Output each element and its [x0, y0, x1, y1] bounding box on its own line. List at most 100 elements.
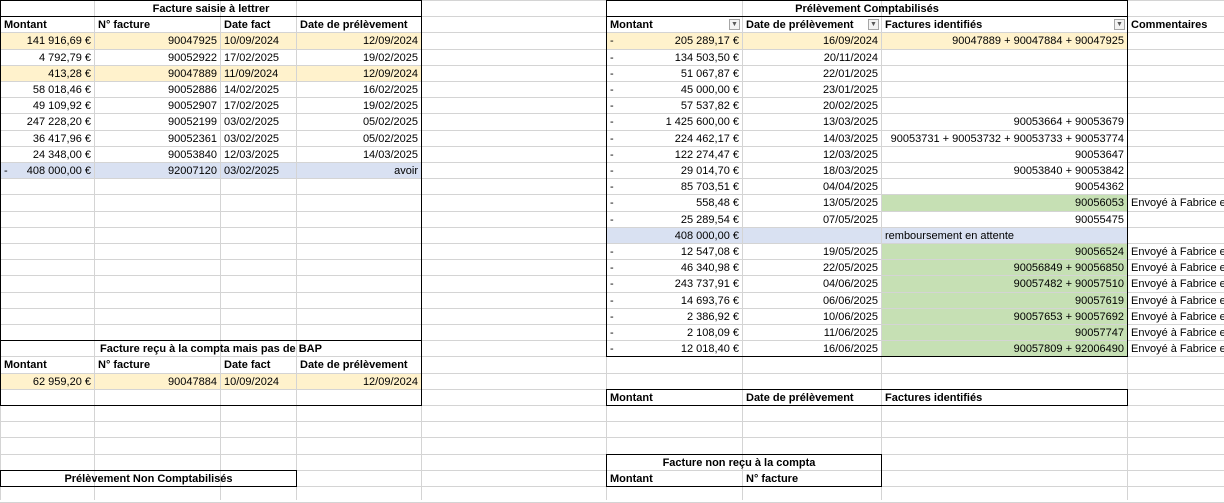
- right-cell-date[interactable]: 11/06/2025: [743, 325, 881, 340]
- right-cell-date[interactable]: 04/04/2025: [743, 179, 881, 194]
- right-cell-montant[interactable]: 57 537,82 €: [607, 98, 742, 113]
- left-cell-montant[interactable]: 24 348,00 €: [1, 147, 94, 162]
- right-cell-date[interactable]: 20/02/2025: [743, 98, 881, 113]
- left-cell-date-fact[interactable]: 12/03/2025: [221, 147, 296, 162]
- right-cell-factures[interactable]: remboursement en attente: [882, 228, 1127, 243]
- right-cell-factures[interactable]: [882, 98, 1127, 113]
- right-cell-factures[interactable]: 90054362: [882, 179, 1127, 194]
- right-cell-date[interactable]: 10/06/2025: [743, 309, 881, 324]
- sort-desc-icon[interactable]: ▼: [868, 19, 879, 30]
- right-cell-comment[interactable]: [1128, 179, 1224, 194]
- right-cell-factures[interactable]: 90056524: [882, 244, 1127, 259]
- left-cell-facture[interactable]: 92007120: [95, 163, 220, 178]
- left-cell-date-fact[interactable]: 14/02/2025: [221, 82, 296, 97]
- left-cell-montant[interactable]: 36 417,96 €: [1, 131, 94, 146]
- right-cell-factures[interactable]: [882, 50, 1127, 65]
- left-cell-montant[interactable]: 141 916,69 €: [1, 33, 94, 49]
- left-cell-date-prel[interactable]: 12/09/2024: [297, 66, 421, 81]
- left-header-cell[interactable]: N° facture: [95, 17, 220, 32]
- right-header-cell[interactable]: Commentaires: [1128, 17, 1224, 32]
- right-cell-montant[interactable]: 122 274,47 €: [607, 147, 742, 162]
- left-cell-date-fact[interactable]: 17/02/2025: [221, 98, 296, 113]
- right-cell-comment[interactable]: Envoyé à Fabrice e: [1128, 195, 1224, 211]
- right-cell-factures[interactable]: 90047889 + 90047884 + 90047925: [882, 33, 1127, 49]
- left-cell-date-prel[interactable]: 05/02/2025: [297, 114, 421, 130]
- right-cell-date[interactable]: 20/11/2024: [743, 50, 881, 65]
- bap-header-cell[interactable]: Date de prélèvement: [297, 357, 421, 373]
- left-cell-montant[interactable]: 247 228,20 €: [1, 114, 94, 130]
- left-cell-date-fact[interactable]: 10/09/2024: [221, 33, 296, 49]
- right-lower-header-cell[interactable]: Factures identifiés: [882, 390, 1127, 405]
- right-cell-date[interactable]: 13/03/2025: [743, 114, 881, 130]
- right-cell-comment[interactable]: [1128, 114, 1224, 130]
- right-cell-factures[interactable]: 90056053: [882, 195, 1127, 211]
- left-cell-montant[interactable]: 413,28 €: [1, 66, 94, 81]
- right-cell-factures[interactable]: 90056849 + 90056850: [882, 260, 1127, 275]
- right-cell-montant[interactable]: 1 425 600,00 €: [607, 114, 742, 130]
- right-cell-comment[interactable]: Envoyé à Fabrice e: [1128, 276, 1224, 292]
- left-cell-montant[interactable]: 408 000,00 €: [1, 163, 94, 178]
- left-header-cell[interactable]: Date fact: [221, 17, 296, 32]
- bap-cell-date-fact[interactable]: 10/09/2024: [221, 374, 296, 389]
- right-cell-montant[interactable]: 46 340,98 €: [607, 260, 742, 275]
- right-cell-montant[interactable]: 25 289,54 €: [607, 212, 742, 227]
- right-cell-montant[interactable]: 2 386,92 €: [607, 309, 742, 324]
- left-header-cell[interactable]: Date de prélèvement: [297, 17, 421, 32]
- left-cell-montant[interactable]: 49 109,92 €: [1, 98, 94, 113]
- right-cell-factures[interactable]: 90057747: [882, 325, 1127, 340]
- left-cell-facture[interactable]: 90047889: [95, 66, 220, 81]
- right-cell-comment[interactable]: Envoyé à Fabrice e: [1128, 341, 1224, 356]
- right-cell-comment[interactable]: [1128, 66, 1224, 81]
- dropdown-arrow-icon[interactable]: ▼: [1114, 19, 1125, 30]
- left-cell-montant[interactable]: 4 792,79 €: [1, 50, 94, 65]
- right-cell-comment[interactable]: [1128, 131, 1224, 146]
- right-cell-factures[interactable]: [882, 66, 1127, 81]
- right-cell-comment[interactable]: Envoyé à Fabrice e: [1128, 325, 1224, 340]
- right-cell-date[interactable]: 13/05/2025: [743, 195, 881, 211]
- right-cell-factures[interactable]: 90057653 + 90057692: [882, 309, 1127, 324]
- right-cell-date[interactable]: 22/01/2025: [743, 66, 881, 81]
- right-cell-montant[interactable]: 85 703,51 €: [607, 179, 742, 194]
- left-cell-facture[interactable]: 90052922: [95, 50, 220, 65]
- right-cell-factures[interactable]: 90053840 + 90053842: [882, 163, 1127, 178]
- right-cell-montant[interactable]: 12 547,08 €: [607, 244, 742, 259]
- right-cell-date[interactable]: 07/05/2025: [743, 212, 881, 227]
- right-cell-montant[interactable]: 14 693,76 €: [607, 293, 742, 308]
- left-cell-date-prel[interactable]: 16/02/2025: [297, 82, 421, 97]
- right-lower-header-cell[interactable]: Date de prélèvement: [743, 390, 881, 405]
- spreadsheet-grid[interactable]: Facture saisie à lettrer Montant N° factur…: [0, 0, 1224, 503]
- right-cell-comment[interactable]: Envoyé à Fabrice e: [1128, 309, 1224, 324]
- bap-header-cell[interactable]: N° facture: [95, 357, 220, 373]
- left-cell-date-prel[interactable]: 05/02/2025: [297, 131, 421, 146]
- left-cell-date-prel[interactable]: 14/03/2025: [297, 147, 421, 162]
- right-cell-comment[interactable]: [1128, 33, 1224, 49]
- right-header-cell[interactable]: Factures identifiés: [882, 17, 1127, 32]
- left-cell-date-prel[interactable]: 19/02/2025: [297, 98, 421, 113]
- bap-cell-facture[interactable]: 90047884: [95, 374, 220, 389]
- right-cell-montant[interactable]: 205 289,17 €: [607, 33, 742, 49]
- bap-header-cell[interactable]: Date fact: [221, 357, 296, 373]
- left-cell-date-fact[interactable]: 11/09/2024: [221, 66, 296, 81]
- right-cell-montant[interactable]: 558,48 €: [607, 195, 742, 211]
- left-cell-date-fact[interactable]: 03/02/2025: [221, 131, 296, 146]
- left-cell-facture[interactable]: 90052886: [95, 82, 220, 97]
- right-cell-factures[interactable]: 90057482 + 90057510: [882, 276, 1127, 292]
- dropdown-arrow-icon[interactable]: ▼: [729, 19, 740, 30]
- left-cell-date-fact[interactable]: 03/02/2025: [221, 114, 296, 130]
- right-cell-comment[interactable]: [1128, 147, 1224, 162]
- right-cell-montant[interactable]: 2 108,09 €: [607, 325, 742, 340]
- right-cell-factures[interactable]: 90057619: [882, 293, 1127, 308]
- bap-header-cell[interactable]: Montant: [1, 357, 94, 373]
- left-cell-facture[interactable]: 90047925: [95, 33, 220, 49]
- left-cell-facture[interactable]: 90052907: [95, 98, 220, 113]
- right-cell-comment[interactable]: Envoyé à Fabrice e: [1128, 244, 1224, 259]
- left-cell-date-fact[interactable]: 03/02/2025: [221, 163, 296, 178]
- right-header-cell[interactable]: Date de prélèvement: [743, 17, 881, 32]
- right-cell-montant[interactable]: 134 503,50 €: [607, 50, 742, 65]
- right-cell-comment[interactable]: [1128, 82, 1224, 97]
- left-cell-date-prel[interactable]: 12/09/2024: [297, 33, 421, 49]
- right-cell-montant[interactable]: 224 462,17 €: [607, 131, 742, 146]
- right-cell-date[interactable]: 23/01/2025: [743, 82, 881, 97]
- left-cell-montant[interactable]: 58 018,46 €: [1, 82, 94, 97]
- left-cell-date-prel[interactable]: 19/02/2025: [297, 50, 421, 65]
